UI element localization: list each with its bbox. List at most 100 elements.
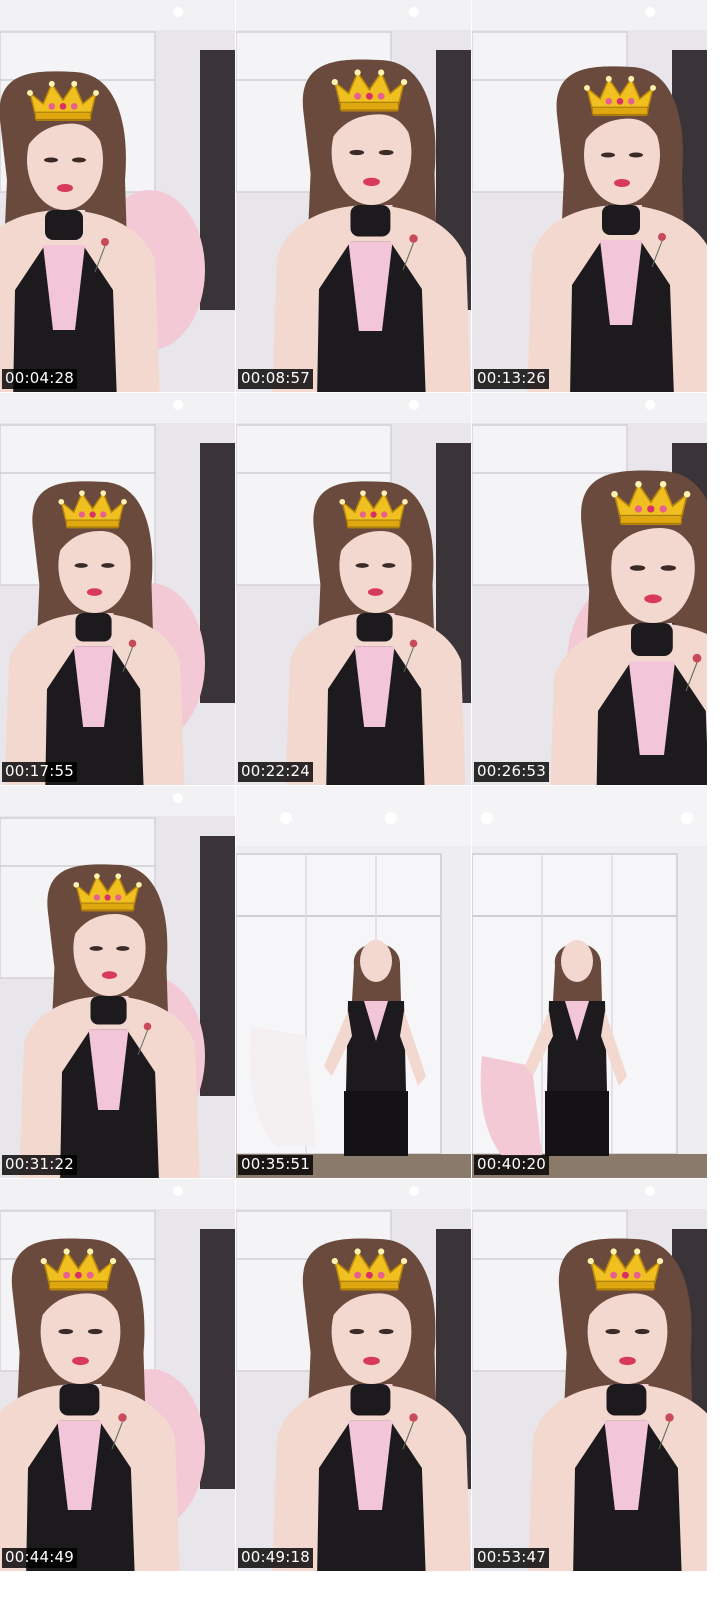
right-eye bbox=[660, 565, 677, 571]
video-frame: 00:49:18 bbox=[236, 1179, 471, 1571]
right-eye bbox=[634, 1328, 650, 1335]
collar bbox=[75, 613, 112, 642]
ceiling-light bbox=[645, 7, 655, 17]
left-eye bbox=[44, 157, 58, 163]
collar bbox=[631, 623, 673, 656]
lips bbox=[619, 1356, 636, 1366]
frame-timestamp: 00:13:26 bbox=[474, 369, 549, 389]
left-eye bbox=[74, 563, 88, 568]
right-eye bbox=[72, 157, 86, 163]
frame-image bbox=[472, 393, 707, 785]
frame-image bbox=[236, 393, 471, 785]
video-frame: 00:53:47 bbox=[472, 1179, 707, 1571]
left-eye bbox=[355, 563, 369, 568]
leather-skirt bbox=[344, 1091, 408, 1156]
frame-image bbox=[0, 1179, 235, 1571]
ceiling-light bbox=[681, 812, 693, 824]
frame-timestamp: 00:22:24 bbox=[238, 762, 313, 782]
frame-timestamp: 00:35:51 bbox=[238, 1155, 313, 1175]
frame-timestamp: 00:17:55 bbox=[2, 762, 77, 782]
video-frame: 00:35:51 bbox=[236, 786, 471, 1178]
lips bbox=[644, 594, 662, 604]
frame-timestamp: 00:53:47 bbox=[474, 1548, 549, 1568]
rose-tattoo bbox=[143, 1022, 152, 1031]
ceiling bbox=[0, 786, 235, 816]
left-eye bbox=[349, 1328, 365, 1335]
ceiling-light bbox=[173, 1186, 183, 1196]
ceiling-light bbox=[280, 812, 292, 824]
ceiling-light bbox=[173, 793, 183, 803]
ceiling-light bbox=[409, 7, 419, 17]
collar bbox=[350, 204, 391, 237]
rose-tattoo bbox=[692, 653, 702, 663]
rose-tattoo bbox=[128, 639, 137, 648]
rose-tattoo bbox=[409, 234, 418, 243]
rose-tattoo bbox=[101, 238, 109, 246]
ceiling bbox=[472, 0, 707, 30]
video-frame: 00:13:26 bbox=[472, 0, 707, 392]
ceiling bbox=[236, 1179, 471, 1209]
ceiling-light bbox=[481, 812, 493, 824]
face bbox=[360, 940, 392, 982]
frame-timestamp: 00:31:22 bbox=[2, 1155, 77, 1175]
contact-sheet: 00:04:28 00:08:57 00:13:26 00:17:55 00:2… bbox=[0, 0, 720, 1600]
collar bbox=[45, 210, 83, 240]
collar bbox=[602, 205, 640, 235]
video-frame: 00:26:53 bbox=[472, 393, 707, 785]
video-frame: 00:44:49 bbox=[0, 1179, 235, 1571]
lips bbox=[367, 588, 384, 596]
rose-tattoo bbox=[409, 1413, 418, 1422]
rose-tattoo bbox=[665, 1413, 674, 1422]
ceiling-light bbox=[173, 400, 183, 410]
frame-image bbox=[236, 786, 471, 1178]
video-frame: 00:31:22 bbox=[0, 786, 235, 1178]
left-eye bbox=[629, 565, 646, 571]
left-eye bbox=[89, 946, 103, 951]
right-eye bbox=[378, 149, 394, 156]
ceiling bbox=[236, 393, 471, 423]
collar bbox=[59, 1384, 100, 1416]
lips bbox=[101, 971, 118, 979]
frame-timestamp: 00:08:57 bbox=[238, 369, 313, 389]
video-frame: 00:08:57 bbox=[236, 0, 471, 392]
ceiling-light bbox=[645, 400, 655, 410]
lips bbox=[86, 588, 103, 596]
frame-timestamp: 00:40:20 bbox=[474, 1155, 549, 1175]
right-eye bbox=[378, 1328, 394, 1335]
right-eye bbox=[629, 152, 643, 158]
left-eye bbox=[601, 152, 615, 158]
video-frame: 00:17:55 bbox=[0, 393, 235, 785]
door bbox=[200, 1229, 235, 1489]
rose-tattoo bbox=[118, 1413, 127, 1422]
ceiling-light bbox=[385, 812, 397, 824]
collar bbox=[350, 1384, 391, 1416]
ceiling-light bbox=[173, 7, 183, 17]
rose-tattoo bbox=[658, 233, 666, 241]
right-eye bbox=[101, 563, 115, 568]
ceiling bbox=[0, 0, 235, 30]
video-frame: 00:40:20 bbox=[472, 786, 707, 1178]
frame-image bbox=[236, 0, 471, 392]
frame-image bbox=[0, 393, 235, 785]
frame-image bbox=[472, 0, 707, 392]
door bbox=[200, 50, 235, 310]
lips bbox=[57, 184, 73, 192]
ceiling bbox=[0, 393, 235, 423]
collar bbox=[606, 1384, 647, 1416]
collar bbox=[90, 996, 127, 1025]
ceiling bbox=[472, 1179, 707, 1209]
collar bbox=[356, 613, 393, 642]
ceiling-light bbox=[409, 400, 419, 410]
ceiling bbox=[472, 393, 707, 423]
left-eye bbox=[58, 1328, 74, 1335]
video-frame: 00:22:24 bbox=[236, 393, 471, 785]
ceiling-light bbox=[645, 1186, 655, 1196]
leather-skirt bbox=[545, 1091, 609, 1156]
frame-timestamp: 00:04:28 bbox=[2, 369, 77, 389]
frame-timestamp: 00:26:53 bbox=[474, 762, 549, 782]
lips bbox=[363, 1356, 380, 1366]
frame-timestamp: 00:49:18 bbox=[238, 1548, 313, 1568]
door bbox=[200, 443, 235, 703]
frame-image bbox=[0, 786, 235, 1178]
frame-image bbox=[0, 0, 235, 392]
